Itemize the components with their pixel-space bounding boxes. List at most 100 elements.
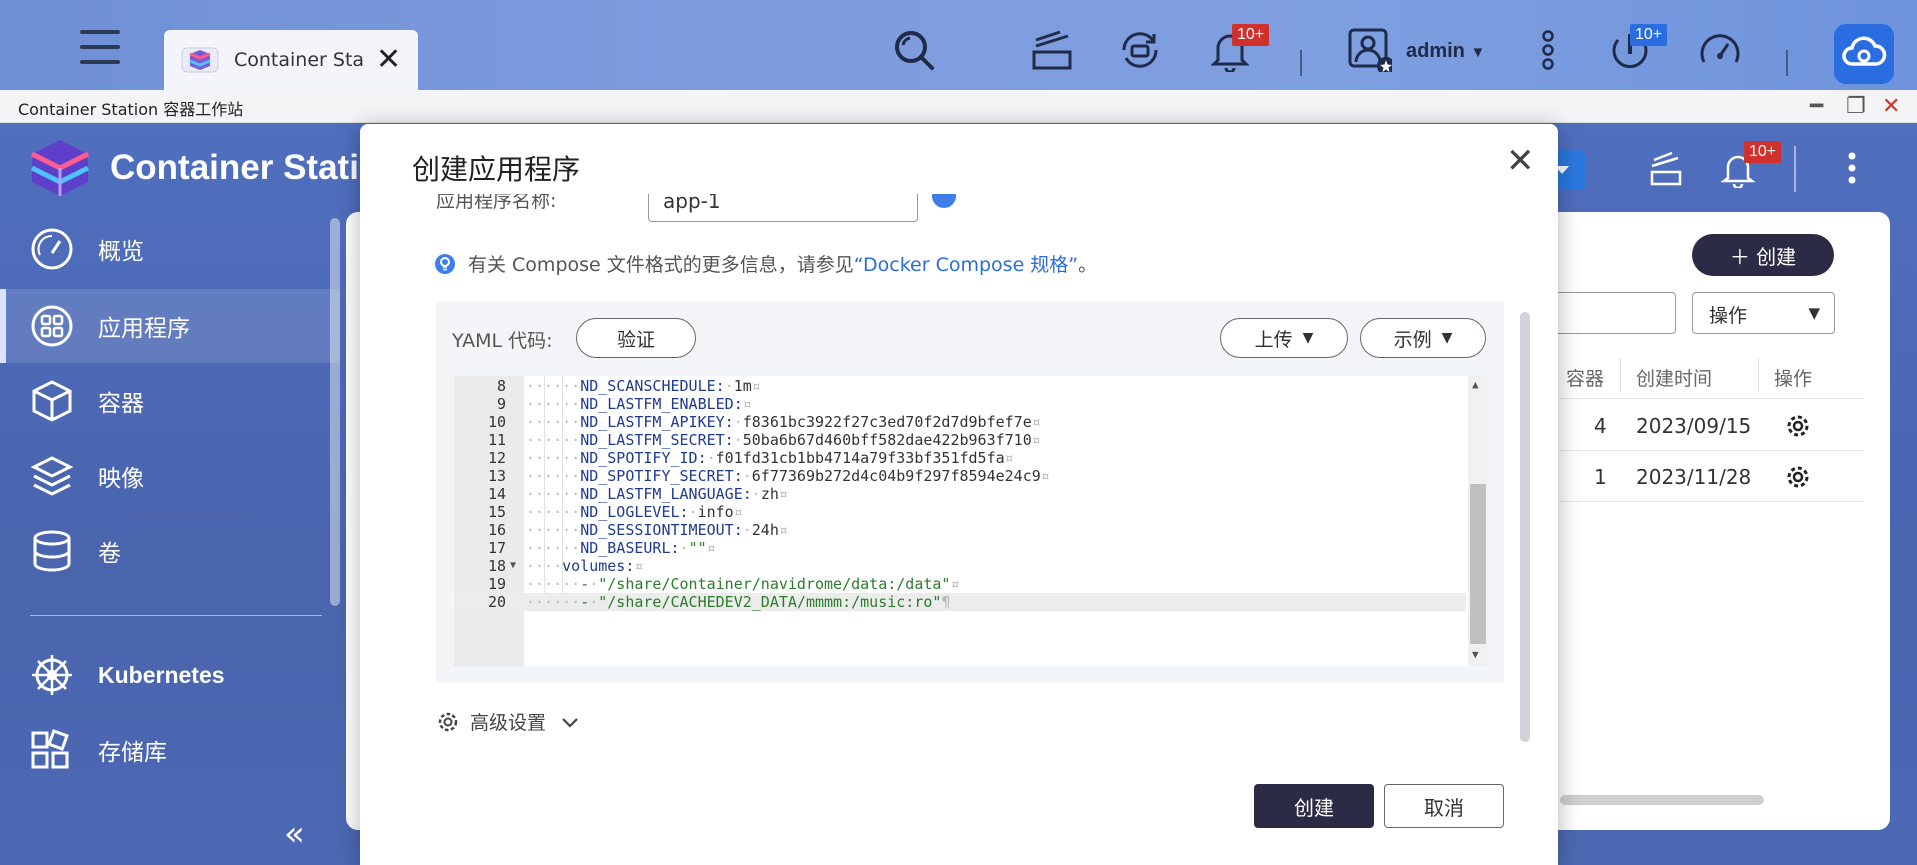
line-number: 12 bbox=[487, 449, 506, 467]
app-name-input[interactable]: app-1 bbox=[648, 194, 918, 222]
dashboard-icon bbox=[31, 228, 73, 270]
gear-icon[interactable] bbox=[1784, 412, 1812, 440]
sidebar-item-label: 存储库 bbox=[98, 740, 167, 766]
sidebar-item-applications[interactable]: 应用程序 bbox=[0, 289, 340, 363]
tab-title: Container Sta... bbox=[234, 49, 364, 71]
cloud-icon bbox=[1842, 36, 1887, 66]
code-line[interactable]: 12 ······ND_SPOTIFY_ID:·f01fd31cb1bb4714a… bbox=[454, 449, 1466, 467]
separator bbox=[1794, 146, 1796, 192]
user-caret-icon: ▼ bbox=[1470, 44, 1486, 61]
code-line[interactable]: 19 ······-·"/share/Container/navidrome/da… bbox=[454, 575, 1466, 593]
row-created-time: 2023/09/15 1 bbox=[1636, 414, 1758, 438]
column-header-actions: 操作 bbox=[1774, 368, 1813, 390]
create-button[interactable]: 创建 bbox=[1254, 784, 1374, 828]
dialog-title: 创建应用程序 bbox=[412, 153, 581, 186]
example-button[interactable]: 示例 ▼ bbox=[1360, 318, 1486, 358]
scroll-up-icon[interactable]: ▲ bbox=[1472, 378, 1479, 391]
notification-badge: 10+ bbox=[1232, 24, 1270, 46]
more-options-icon[interactable] bbox=[1840, 150, 1864, 186]
scroll-down-icon[interactable]: ▼ bbox=[1472, 648, 1479, 661]
sidebar-item-label: 容器 bbox=[98, 391, 144, 417]
yaml-code-editor[interactable]: 8 ······ND_SCANSCHEDULE:·1m¤ 9 ······ND_LAS… bbox=[454, 376, 1488, 666]
container-station-logo bbox=[30, 140, 90, 196]
sync-icon[interactable] bbox=[1118, 28, 1162, 72]
sidebar-item-containers[interactable]: 容器 bbox=[0, 364, 340, 438]
sidebar-item-registry[interactable]: 存储库 bbox=[0, 713, 340, 787]
sidebar-item-label: 概览 bbox=[98, 239, 144, 265]
line-number: 19 bbox=[487, 575, 506, 593]
sidebar-item-label: 应用程序 bbox=[98, 316, 190, 342]
sidebar-scrollbar[interactable] bbox=[330, 218, 340, 606]
code-line[interactable]: 14 ······ND_LASTFM_LANGUAGE:·zh¤ bbox=[454, 485, 1466, 503]
minimize-icon[interactable]: ━ bbox=[1810, 94, 1823, 119]
sidebar-item-images[interactable]: 映像 bbox=[0, 439, 340, 513]
upload-button[interactable]: 上传 ▼ bbox=[1220, 318, 1348, 358]
chevron-down-icon bbox=[562, 717, 578, 728]
line-number: 14 bbox=[487, 485, 506, 503]
yaml-section: YAML 代码: 验证 上传 ▼ 示例 ▼ 8 ······ND_SCANSCHEDU… bbox=[436, 302, 1504, 682]
line-number: 10 bbox=[487, 413, 506, 431]
docker-compose-spec-link[interactable]: “Docker Compose 规格” bbox=[854, 250, 1078, 277]
code-text: ······ND_BASEURL:·""¤ bbox=[526, 539, 716, 557]
code-text: ····volumes:¤ bbox=[526, 557, 644, 575]
line-number: 15 bbox=[487, 503, 506, 521]
maximize-icon[interactable]: ❐ bbox=[1846, 94, 1866, 119]
code-line[interactable]: 13 ······ND_SPOTIFY_SECRET:·6f77369b272d4… bbox=[454, 467, 1466, 485]
gear-icon bbox=[438, 712, 458, 731]
qts-top-bar: Container Sta... ✕ 10+ admin ▼ 10+ bbox=[0, 0, 1917, 90]
action-dropdown[interactable]: 操作 ▼ bbox=[1692, 292, 1835, 334]
code-line[interactable]: 17 ······ND_BASEURL:·""¤ bbox=[454, 539, 1466, 557]
caret-down-icon: ▼ bbox=[1441, 330, 1453, 346]
myqnapcloud-button[interactable] bbox=[1834, 24, 1894, 84]
code-line[interactable]: 10 ······ND_LASTFM_APIKEY:·f8361bc3922f27… bbox=[454, 413, 1466, 431]
dialog-scrollbar[interactable] bbox=[1520, 312, 1530, 742]
update-badge: 10+ bbox=[1630, 24, 1668, 46]
code-line[interactable]: 18 ▼ ····volumes:¤ bbox=[454, 557, 1466, 575]
window-title: Container Station 容器工作站 bbox=[18, 100, 244, 119]
app-name-label: 应用程序名称: bbox=[436, 194, 557, 212]
column-header-created[interactable]: 创建时间 bbox=[1636, 364, 1712, 391]
create-application-button[interactable]: ＋ 创建 bbox=[1692, 234, 1834, 276]
tasks-icon[interactable] bbox=[1648, 150, 1684, 186]
fold-toggle-icon[interactable]: ▼ bbox=[510, 557, 516, 575]
tab-close-icon[interactable]: ✕ bbox=[376, 45, 401, 75]
notification-badge: 10+ bbox=[1744, 141, 1782, 163]
user-icon[interactable] bbox=[1348, 28, 1392, 72]
code-line[interactable]: 20 ······-·"/share/CACHEDEV2_DATA/mmmm:/m… bbox=[454, 593, 1466, 611]
line-number: 8 bbox=[496, 377, 506, 395]
validate-button[interactable]: 验证 bbox=[576, 318, 696, 358]
code-line[interactable]: 15 ······ND_LOGLEVEL:·info¤ bbox=[454, 503, 1466, 521]
code-line[interactable]: 8 ······ND_SCANSCHEDULE:·1m¤ bbox=[454, 377, 1466, 395]
resource-monitor-icon[interactable] bbox=[1698, 28, 1742, 72]
compose-hint: 有关 Compose 文件格式的更多信息，请参见 “Docker Compose … bbox=[434, 250, 1097, 277]
row-created-time: 2023/11/28 1 bbox=[1636, 465, 1758, 489]
cancel-button[interactable]: 取消 bbox=[1384, 784, 1504, 828]
gear-icon[interactable] bbox=[1784, 463, 1812, 491]
window-close-icon[interactable]: ✕ bbox=[1882, 94, 1900, 119]
sidebar-item-volumes[interactable]: 卷 bbox=[0, 514, 340, 588]
code-text: ······ND_LASTFM_ENABLED:¤ bbox=[526, 395, 752, 413]
row-divider bbox=[1560, 450, 1864, 451]
code-line[interactable]: 16 ······ND_SESSIONTIMEOUT:·24h¤ bbox=[454, 521, 1466, 539]
collapse-sidebar-icon[interactable]: « bbox=[284, 814, 305, 854]
editor-scrollbar-thumb[interactable] bbox=[1470, 484, 1486, 644]
table-horizontal-scrollbar[interactable] bbox=[1560, 795, 1764, 805]
main-menu-icon[interactable] bbox=[80, 30, 120, 70]
dialog-close-icon[interactable]: ✕ bbox=[1506, 144, 1535, 178]
tasks-icon[interactable] bbox=[1030, 28, 1074, 72]
create-application-dialog: 创建应用程序 ✕ 应用程序名称: app-1 有关 Compose 文件格式的更… bbox=[360, 124, 1558, 865]
sidebar-item-kubernetes[interactable]: Kubernetes bbox=[0, 638, 340, 712]
tab-container-station[interactable]: Container Sta... ✕ bbox=[164, 30, 418, 90]
code-line[interactable]: 9 ······ND_LASTFM_ENABLED:¤ bbox=[454, 395, 1466, 413]
info-icon[interactable] bbox=[932, 194, 956, 208]
separator bbox=[1786, 50, 1788, 76]
sidebar-item-overview[interactable]: 概览 bbox=[0, 212, 340, 286]
code-line[interactable]: 11 ······ND_LASTFM_SECRET:·50ba6b67d460bf… bbox=[454, 431, 1466, 449]
advanced-settings-toggle[interactable]: 高级设置 bbox=[436, 708, 592, 735]
column-separator bbox=[1620, 358, 1621, 392]
more-options-icon[interactable] bbox=[1526, 28, 1570, 72]
code-text: ······ND_SPOTIFY_ID:·f01fd31cb1bb4714a79… bbox=[526, 449, 1014, 467]
user-name[interactable]: admin ▼ bbox=[1406, 40, 1485, 63]
search-icon[interactable] bbox=[892, 28, 936, 72]
column-header-containers[interactable]: 容器 bbox=[1566, 364, 1604, 391]
